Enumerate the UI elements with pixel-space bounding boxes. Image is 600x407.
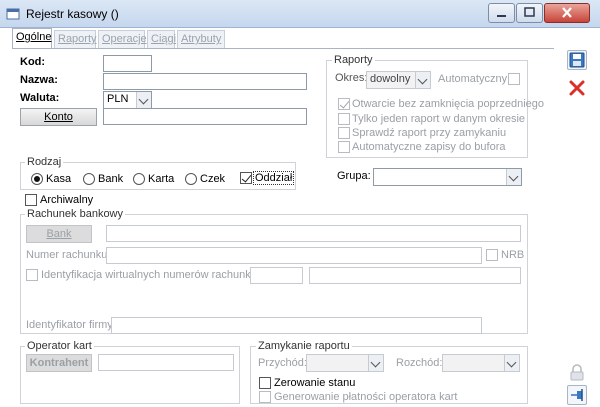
okres-select[interactable]: dowolny [366,71,431,89]
delete-button[interactable] [567,78,587,98]
operator-group-title: Operator kart [25,340,94,352]
identyfikacja-label: Identyfikacja wirtualnych numerów rachun… [41,269,265,281]
oddzial-checkbox[interactable] [240,172,252,184]
generowanie-checkbox[interactable] [259,391,271,403]
raporty-group-title: Raporty [332,54,375,66]
app-icon [6,8,20,20]
identyfikacja-input-1[interactable] [250,267,303,284]
radio-kasa-label: Kasa [46,173,72,185]
close-button[interactable] [544,3,590,23]
identyfikator-firmy-label: Identyfikator firmy: [26,319,116,331]
raport-option-checkbox-3[interactable] [338,127,350,139]
radio-czek[interactable] [185,173,197,185]
radio-karta-label: Karta [148,173,175,185]
zerowanie-label: Zerowanie stanu [274,377,356,389]
automatyczny-checkbox[interactable] [508,73,520,85]
kod-label: Kod: [20,56,46,68]
bank-button-label: Bank [46,228,72,240]
minimize-button[interactable] [488,3,515,23]
przychod-label: Przychód: [258,357,307,369]
chevron-down-icon [415,72,430,88]
save-button[interactable] [567,50,587,70]
chevron-down-icon [506,169,521,185]
grupa-select[interactable] [373,168,522,186]
close-icon [562,7,572,18]
przychod-select[interactable] [306,354,384,372]
numer-rachunku-input[interactable] [106,247,482,264]
waluta-value: PLN [107,93,129,105]
bank-input[interactable] [106,225,521,242]
window-title: Rejestr kasowy () [26,7,119,21]
waluta-label: Waluta: [20,92,60,104]
maximize-button[interactable] [516,3,543,23]
pin-icon [571,389,583,401]
archiwalny-label: Archiwalny [40,194,94,206]
nrb-checkbox[interactable] [486,249,498,261]
nazwa-label: Nazwa: [20,74,58,86]
identyfikator-firmy-input[interactable] [111,317,482,334]
tab-raporty[interactable]: Raporty [54,30,97,48]
maximize-icon [524,7,535,17]
archiwalny-checkbox[interactable] [25,194,37,206]
radio-karta[interactable] [133,173,145,185]
tab-ciagi[interactable]: Ciągi [147,30,176,48]
save-icon [569,52,585,68]
kontrahent-input[interactable] [98,354,234,371]
okres-label: Okres: [335,72,368,84]
raport-option-checkbox-2[interactable] [338,113,350,125]
rodzaj-group-title: Rodzaj [25,156,64,168]
generowanie-label: Generowanie płatności operatora kart [274,391,458,403]
grupa-label: Grupa: [337,170,371,182]
raport-option-label-3: Sprawdź raport przy zamykaniu [352,127,507,139]
rachunek-group-title: Rachunek bankowy [25,208,126,220]
chevron-down-icon [368,355,383,371]
chevron-down-icon [504,355,519,371]
minimize-icon [497,15,506,17]
title-bar: Rejestr kasowy () [0,0,600,28]
okres-value: dowolny [370,73,411,85]
form-client: Ogólne Raporty Operacje Ciągi Atrybuty K… [0,28,600,407]
zerowanie-checkbox[interactable] [259,377,271,389]
konto-button-label: Konto [44,111,73,123]
automatyczny-label: Automatyczny [438,73,508,85]
identyfikacja-input-2[interactable] [309,267,521,284]
delete-icon [569,80,585,96]
bank-button[interactable]: Bank [26,225,92,243]
konto-button[interactable]: Konto [20,108,97,126]
tab-ogolne-label: Ogólne [16,31,52,43]
radio-bank[interactable] [83,173,95,185]
raport-option-checkbox-1[interactable] [338,98,350,110]
waluta-select[interactable]: PLN [103,91,152,109]
oddzial-label: Oddział [252,171,295,185]
zamykanie-group-title: Zamykanie raportu [256,340,352,352]
konto-input[interactable] [103,108,307,125]
raport-option-label-2: Tylko jeden raport w danym okresie [352,113,526,125]
identyfikacja-checkbox[interactable] [26,269,38,281]
raport-option-checkbox-4[interactable] [338,141,350,153]
radio-kasa[interactable] [31,173,43,185]
nrb-label: NRB [501,249,525,261]
numer-rachunku-label: Numer rachunku: [26,249,111,261]
raport-option-label-4: Automatyczne zapisy do bufora [352,141,506,153]
radio-czek-label: Czek [200,173,226,185]
tab-atrybuty[interactable]: Atrybuty [177,30,225,48]
kontrahent-button[interactable]: Kontrahent [26,354,92,372]
lock-button[interactable] [567,363,587,383]
nazwa-input[interactable] [103,73,307,90]
pin-button[interactable] [567,385,587,405]
tab-divider [12,48,554,49]
kod-input[interactable] [103,55,152,72]
radio-bank-label: Bank [98,173,124,185]
lock-icon [570,364,584,381]
rozchod-label: Rozchód: [396,357,443,369]
rozchod-select[interactable] [442,354,520,372]
chevron-down-icon [136,92,151,108]
tab-ogolne[interactable]: Ogólne [12,28,52,49]
tab-operacje[interactable]: Operacje [98,30,147,48]
raport-option-label-1: Otwarcie bez zamknięcia poprzedniego [352,98,544,110]
